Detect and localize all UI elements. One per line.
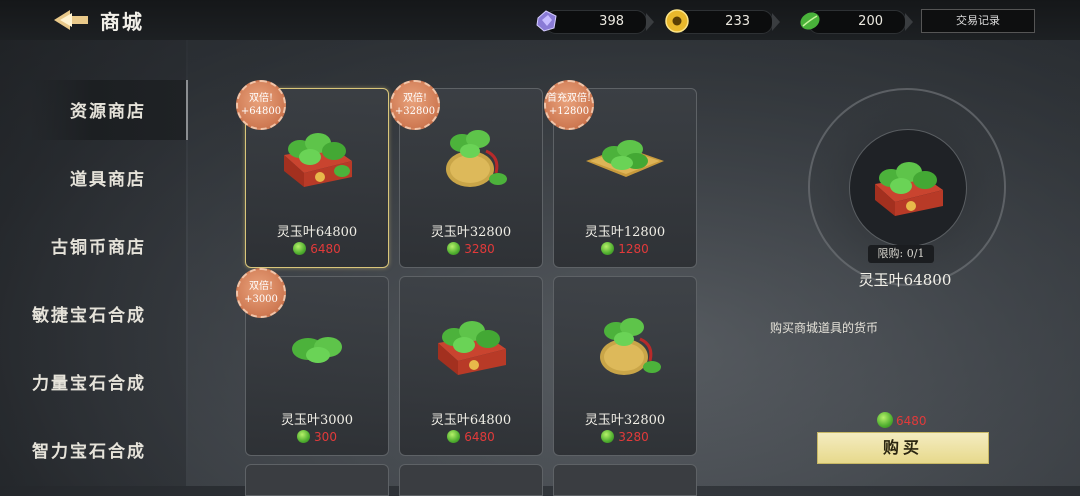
product-price: 1280 [554, 242, 696, 256]
product-name: 灵玉叶32800 [584, 413, 666, 428]
back-arrow-icon[interactable] [50, 8, 90, 32]
sidebar-item-item-shop[interactable]: 道具商店 [70, 165, 146, 190]
double-bonus-badge: 双倍! +64800 [236, 80, 286, 130]
jade-coin-icon [877, 412, 893, 428]
detail-price-value: 6480 [896, 414, 927, 428]
jade-coin-icon [447, 242, 461, 255]
badge-line1: 双倍! [402, 93, 428, 104]
product-price: 6480 [400, 430, 542, 444]
page-title: 商城 [100, 10, 144, 34]
product-price: 6480 [246, 242, 388, 256]
jade-coin-icon [601, 242, 615, 255]
detail-item-name: 灵玉叶64800 [858, 271, 952, 289]
leaf-box-icon [438, 321, 506, 375]
product-price-value: 300 [314, 430, 337, 444]
product-price-value: 3280 [618, 430, 649, 444]
leaf-bag-icon [600, 318, 661, 375]
product-price: 3280 [554, 430, 696, 444]
detail-price: 6480 [877, 412, 927, 428]
badge-line2: +64800 [240, 106, 282, 117]
product-name: 灵玉叶3000 [280, 413, 354, 428]
jade-leaf-icon [292, 337, 342, 363]
currency-gold: 233 [665, 9, 780, 34]
badge-line2: +3000 [244, 294, 278, 305]
jade-coin-icon [297, 430, 311, 443]
leaf-mat-icon [586, 140, 664, 177]
leaf-bag-icon [446, 130, 507, 187]
product-price: 3280 [400, 242, 542, 256]
badge-line2: +32800 [394, 106, 436, 117]
product-card[interactable]: 灵玉叶64800 6480 [399, 276, 543, 456]
product-name: 灵玉叶32800 [430, 225, 512, 240]
sidebar-item-agility-gem[interactable]: 敏捷宝石合成 [32, 301, 146, 326]
badge-line1: 首充双倍! [546, 93, 592, 104]
currency-gold-value: 233 [725, 14, 750, 29]
double-bonus-badge: 双倍! +32800 [390, 80, 440, 130]
currency-gold-end [772, 13, 780, 31]
detail-description: 购买商城道具的货币 [770, 321, 879, 335]
leaf-box-icon [284, 133, 352, 187]
product-name: 灵玉叶64800 [430, 413, 512, 428]
badge-line1: 双倍! [248, 93, 274, 104]
sidebar-item-intelligence-gem[interactable]: 智力宝石合成 [32, 437, 146, 462]
jade-coin-icon [601, 430, 615, 443]
product-name: 灵玉叶12800 [584, 225, 666, 240]
product-price-value: 3280 [464, 242, 495, 256]
purple-gem-icon [536, 10, 557, 32]
jade-coin-icon [447, 430, 461, 443]
detail-name-wrap: 灵玉叶64800 [808, 0, 1002, 300]
product-card[interactable]: 灵玉叶32800 3280 [553, 276, 697, 456]
currency-gem-value: 398 [599, 14, 624, 29]
product-card-partial[interactable] [553, 464, 697, 496]
currency-gem-end [646, 13, 654, 31]
product-price-value: 6480 [310, 242, 341, 256]
first-charge-badge: 首充双倍! +12800 [544, 80, 594, 130]
sidebar: 资源商店 道具商店 古铜币商店 敏捷宝石合成 力量宝石合成 智力宝石合成 [0, 40, 188, 486]
double-bonus-badge: 双倍! +3000 [236, 268, 286, 318]
currency-gem: 398 [536, 10, 654, 34]
badge-line2: +12800 [548, 106, 590, 117]
product-name: 灵玉叶64800 [276, 225, 358, 240]
sidebar-item-bronze-coin-shop[interactable]: 古铜币商店 [51, 233, 146, 258]
sidebar-item-resource-shop[interactable]: 资源商店 [70, 97, 146, 122]
product-card-partial[interactable] [245, 464, 389, 496]
product-card-partial[interactable] [399, 464, 543, 496]
badge-line1: 双倍! [248, 281, 274, 292]
product-price-value: 6480 [464, 430, 495, 444]
buy-button[interactable]: 购买 [817, 432, 989, 464]
product-price-value: 1280 [618, 242, 649, 256]
jade-coin-icon [293, 242, 307, 255]
gold-coin-icon [665, 9, 689, 33]
sidebar-item-strength-gem[interactable]: 力量宝石合成 [32, 369, 146, 394]
product-price: 300 [246, 430, 388, 444]
